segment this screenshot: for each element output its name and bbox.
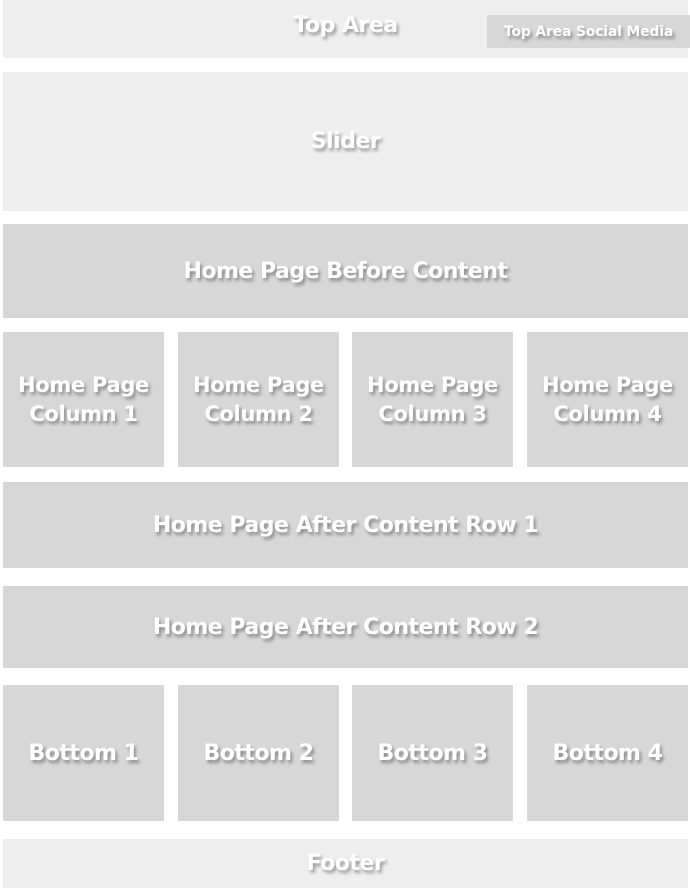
home-page-after-content-row-2: Home Page After Content Row 2: [3, 586, 688, 668]
top-area-social-media-block: Top Area Social Media: [487, 15, 690, 48]
bottom-2-block: Bottom 2: [178, 685, 339, 821]
footer-label: Footer: [306, 851, 385, 876]
slider-label: Slider: [310, 129, 381, 154]
column-line1: Home Page: [366, 372, 498, 397]
before-content-label: Home Page Before Content: [183, 258, 508, 284]
bottom-label: Bottom 2: [203, 740, 314, 766]
after-content-row-label: Home Page After Content Row 2: [152, 614, 539, 640]
bottom-label: Bottom 3: [377, 740, 488, 766]
after-content-row-label: Home Page After Content Row 1: [152, 512, 539, 538]
footer-block: Footer: [3, 839, 688, 888]
bottom-1-block: Bottom 1: [3, 685, 164, 821]
home-page-column-1: Home Page Column 1: [3, 332, 164, 467]
bottom-label: Bottom 1: [28, 740, 139, 766]
home-page-column-3: Home Page Column 3: [352, 332, 513, 467]
column-line1: Home Page: [17, 372, 149, 397]
column-line1: Home Page: [541, 372, 673, 397]
column-line2: Column 2: [204, 401, 313, 426]
column-line2: Column 1: [29, 401, 138, 426]
home-page-before-content-block: Home Page Before Content: [3, 224, 688, 318]
home-page-column-2: Home Page Column 2: [178, 332, 339, 467]
column-line2: Column 4: [553, 401, 662, 426]
bottom-3-block: Bottom 3: [352, 685, 513, 821]
bottom-4-block: Bottom 4: [527, 685, 688, 821]
home-page-column-4: Home Page Column 4: [527, 332, 688, 467]
column-line2: Column 3: [378, 401, 487, 426]
home-page-after-content-row-1: Home Page After Content Row 1: [3, 482, 688, 568]
column-line1: Home Page: [192, 372, 324, 397]
bottom-label: Bottom 4: [552, 740, 663, 766]
slider-block: Slider: [3, 72, 688, 211]
